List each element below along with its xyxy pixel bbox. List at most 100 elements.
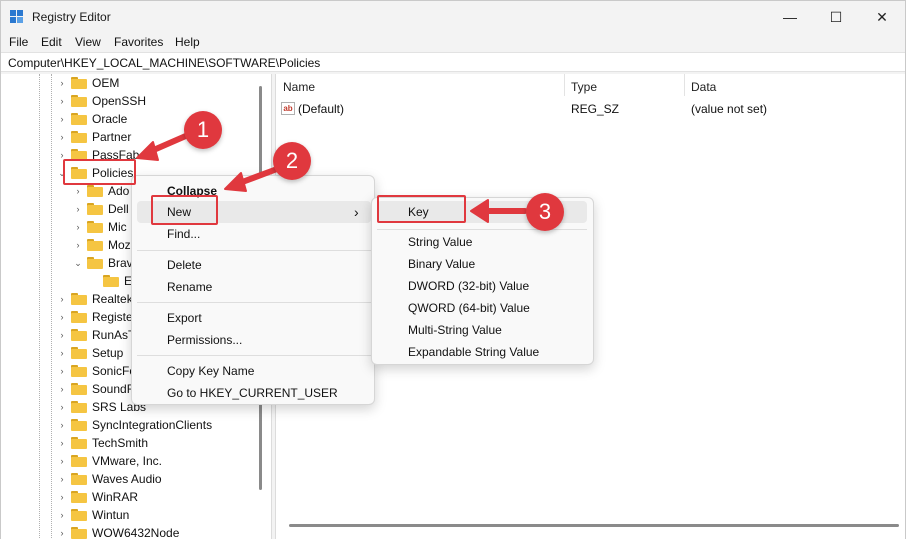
column-header-type[interactable]: Type — [571, 80, 597, 94]
submenu-item-qword[interactable]: QWORD (64-bit) Value — [408, 298, 530, 318]
tree-item[interactable]: E — [103, 272, 132, 290]
highlight-new — [151, 195, 218, 225]
submenu-item-dword[interactable]: DWORD (32-bit) Value — [408, 276, 529, 296]
tree-item[interactable]: › Wintun — [57, 506, 130, 524]
tree-item[interactable]: › Moz — [73, 236, 131, 254]
submenu-item-string-value[interactable]: String Value — [408, 232, 472, 252]
submenu-item-binary-value[interactable]: Binary Value — [408, 254, 475, 274]
folder-icon — [71, 347, 87, 359]
tree-item[interactable]: › Registe — [57, 308, 133, 326]
tree-item[interactable]: › WinRAR — [57, 488, 139, 506]
chevron-right-icon[interactable]: › — [57, 492, 67, 502]
horizontal-scrollbar[interactable] — [289, 524, 899, 527]
chevron-right-icon[interactable]: › — [57, 510, 67, 520]
menu-item-find[interactable]: Find... — [167, 224, 200, 244]
menu-item-goto-hkcu[interactable]: Go to HKEY_CURRENT_USER — [167, 383, 338, 403]
chevron-right-icon[interactable]: › — [57, 78, 67, 88]
chevron-right-icon[interactable]: › — [73, 204, 83, 214]
folder-icon — [87, 257, 103, 269]
tree-item[interactable]: › TechSmith — [57, 434, 149, 452]
chevron-right-icon[interactable]: › — [73, 186, 83, 196]
menu-item-delete[interactable]: Delete — [167, 255, 202, 275]
tree-item[interactable]: › RunAsT — [57, 326, 136, 344]
tree-item[interactable]: › Waves Audio — [57, 470, 162, 488]
chevron-right-icon[interactable]: › — [57, 528, 67, 538]
maximize-button[interactable]: ☐ — [813, 1, 859, 33]
menu-edit[interactable]: Edit — [41, 35, 62, 49]
chevron-right-icon[interactable]: › — [57, 96, 67, 106]
folder-icon — [71, 401, 87, 413]
folder-icon — [71, 527, 87, 539]
chevron-right-icon[interactable]: › — [57, 132, 67, 142]
tree-item[interactable]: › Partner — [57, 128, 132, 146]
chevron-right-icon[interactable]: › — [57, 456, 67, 466]
submenu-item-multi-string[interactable]: Multi-String Value — [408, 320, 502, 340]
chevron-right-icon[interactable]: › — [57, 384, 67, 394]
tree-item[interactable]: › Dell — [73, 200, 129, 218]
chevron-right-icon[interactable]: › — [57, 420, 67, 430]
tree-item[interactable]: › SonicFo — [57, 362, 137, 380]
chevron-right-icon[interactable]: › — [73, 222, 83, 232]
tree-item[interactable]: › Oracle — [57, 110, 128, 128]
folder-icon — [87, 185, 103, 197]
tree-item[interactable]: › SyncIntegrationClients — [57, 416, 213, 434]
submenu-arrow-icon: › — [354, 204, 359, 220]
callout-badge-3: 3 — [526, 193, 564, 231]
value-type: REG_SZ — [571, 102, 620, 116]
chevron-right-icon[interactable]: › — [57, 402, 67, 412]
folder-icon — [87, 239, 103, 251]
tree-item[interactable]: › OpenSSH — [57, 92, 147, 110]
chevron-right-icon[interactable]: › — [57, 294, 67, 304]
chevron-right-icon[interactable]: › — [57, 330, 67, 340]
folder-icon — [103, 275, 119, 287]
chevron-right-icon[interactable]: › — [57, 348, 67, 358]
address-bar[interactable]: Computer\HKEY_LOCAL_MACHINE\SOFTWARE\Pol… — [1, 52, 905, 72]
menu-file[interactable]: File — [9, 35, 28, 49]
registry-editor-window: Registry Editor — ☐ ✕ File Edit View Fav… — [0, 0, 906, 539]
menu-item-export[interactable]: Export — [167, 308, 202, 328]
folder-icon — [71, 509, 87, 521]
menu-item-permissions[interactable]: Permissions... — [167, 330, 242, 350]
folder-icon — [71, 311, 87, 323]
column-header-name[interactable]: Name — [283, 80, 315, 94]
tree-item[interactable]: › Mic — [73, 218, 127, 236]
folder-icon — [71, 329, 87, 341]
chevron-right-icon[interactable]: › — [57, 438, 67, 448]
folder-icon — [71, 491, 87, 503]
chevron-right-icon[interactable]: › — [57, 114, 67, 124]
folder-icon — [71, 455, 87, 467]
chevron-down-icon[interactable]: ⌄ — [73, 258, 83, 269]
column-header-data[interactable]: Data — [691, 80, 716, 94]
menu-item-rename[interactable]: Rename — [167, 277, 212, 297]
tree-item[interactable]: ⌄ Brav — [73, 254, 132, 272]
registry-editor-icon — [10, 10, 24, 24]
folder-icon — [71, 365, 87, 377]
close-button[interactable]: ✕ — [859, 1, 905, 33]
tree-item[interactable]: › Realtek — [57, 290, 133, 308]
folder-icon — [71, 95, 87, 107]
folder-icon — [71, 383, 87, 395]
tree-item[interactable]: › SoundR — [57, 380, 136, 398]
tree-item[interactable]: › OEM — [57, 74, 120, 92]
highlight-policies — [63, 159, 136, 185]
chevron-right-icon[interactable]: › — [73, 240, 83, 250]
value-data: (value not set) — [691, 102, 768, 116]
tree-item[interactable]: › WOW6432Node — [57, 524, 179, 539]
menu-help[interactable]: Help — [175, 35, 200, 49]
folder-icon — [71, 437, 87, 449]
chevron-right-icon[interactable]: › — [57, 366, 67, 376]
folder-icon — [71, 293, 87, 305]
value-name: (Default) — [298, 102, 345, 116]
menu-favorites[interactable]: Favorites — [114, 35, 163, 49]
menu-item-copy-key-name[interactable]: Copy Key Name — [167, 361, 254, 381]
registry-value-row[interactable]: ab (Default) REG_SZ (value not set) — [276, 101, 896, 119]
chevron-right-icon[interactable]: › — [57, 312, 67, 322]
tree-item[interactable]: › Setup — [57, 344, 124, 362]
folder-icon — [71, 77, 87, 89]
tree-item[interactable]: › VMware, Inc. — [57, 452, 163, 470]
submenu-item-expandable-string[interactable]: Expandable String Value — [408, 342, 539, 362]
folder-icon — [71, 473, 87, 485]
minimize-button[interactable]: — — [767, 1, 813, 33]
chevron-right-icon[interactable]: › — [57, 474, 67, 484]
menu-view[interactable]: View — [75, 35, 101, 49]
